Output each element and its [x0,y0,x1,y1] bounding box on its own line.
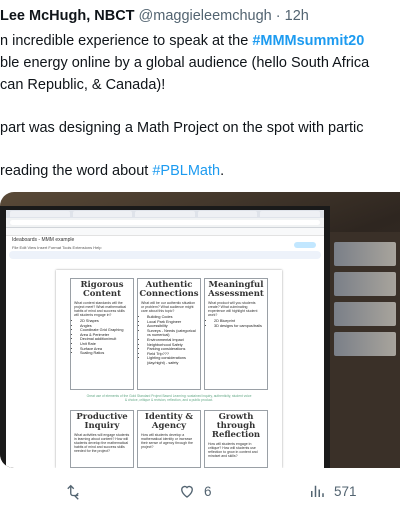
participant-video [334,242,396,266]
google-docs-screen: Ideaboards - MMM example File Edit View … [6,210,324,468]
doc-note: Great use of elements of the Gold Standa… [86,394,252,402]
reply-icon [64,482,82,500]
browser-address-bar [6,218,324,228]
like-count: 6 [204,483,212,499]
tweet-timestamp[interactable]: 12h [285,8,309,24]
reply-button[interactable] [64,482,82,500]
views-count: 571 [334,483,357,499]
participant-video [334,272,396,296]
laptop-screen-photo: Ideaboards - MMM example File Edit View … [0,206,330,468]
browser-tabs [6,210,324,218]
idea-card: Productive Inquiry What activities will e… [70,410,134,468]
views-button[interactable]: 571 [308,482,357,500]
doc-page: Rigorous Content What content standards w… [56,270,282,468]
tweet-line: can Republic, & Canada)! [0,77,166,93]
doc-title: Ideaboards - MMM example [12,237,75,243]
hashtag-link[interactable]: #MMMsummit20 [252,33,364,49]
author-handle[interactable]: @maggieleemchugh · 12h [139,8,309,24]
tweet-action-bar: 6 571 [0,480,400,504]
tweet-header: Lee McHugh, NBCT @maggieleemchugh · 12h [0,8,309,24]
idea-card: Rigorous Content What content standards w… [70,278,134,390]
participant-video [334,302,396,326]
analytics-icon [308,482,326,500]
tweet-text: n incredible experience to speak at the … [0,30,400,182]
hashtag-link[interactable]: #PBLMath [152,163,220,179]
tweet-line: part was designing a Math Project on the… [0,120,364,136]
tweet-line: reading the word about #PBLMath. [0,163,225,179]
tweet-line: ble energy online by a global audience (… [0,55,370,71]
doc-menu-bar: File Edit View Insert Format Tools Exten… [12,245,102,250]
idea-card: Authentic Connections What will be our au… [137,278,201,390]
idea-card: Meaningful Assessment What product will y… [204,278,268,390]
share-button [294,242,316,248]
idea-card: Identity & Agency How will students devel… [137,410,201,468]
doc-toolbar [9,251,321,259]
heart-icon [178,482,196,500]
participant-video [334,332,396,356]
zoom-participants-panel [330,232,400,468]
idea-card: Growth through Reflection How will studen… [204,410,268,468]
bookmarks-bar [6,228,324,236]
tweet-media-photo[interactable]: Ideaboards - MMM example File Edit View … [0,192,400,468]
author-name[interactable]: Lee McHugh, NBCT [0,8,135,24]
like-button[interactable]: 6 [178,482,212,500]
tweet-line: n incredible experience to speak at the … [0,33,365,49]
